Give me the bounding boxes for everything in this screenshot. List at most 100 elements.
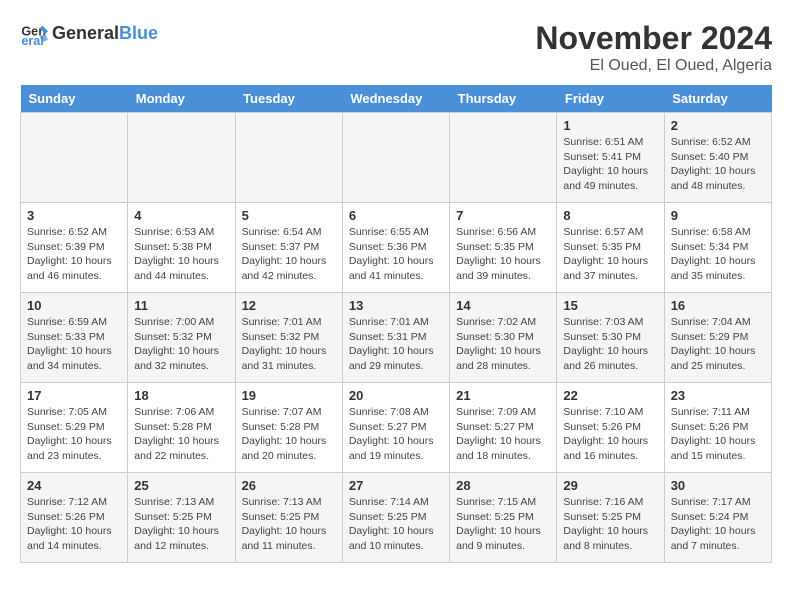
calendar-cell: 13 Sunrise: 7:01 AM Sunset: 5:31 PM Dayli… xyxy=(342,293,449,383)
calendar-cell: 26 Sunrise: 7:13 AM Sunset: 5:25 PM Dayli… xyxy=(235,473,342,563)
day-number: 19 xyxy=(242,388,336,403)
calendar-week-3: 10 Sunrise: 6:59 AM Sunset: 5:33 PM Dayli… xyxy=(21,293,772,383)
day-header-friday: Friday xyxy=(557,85,664,113)
day-number: 28 xyxy=(456,478,550,493)
calendar-cell: 1Sunrise: 6:51 AM Sunset: 5:41 PM Daylig… xyxy=(557,113,664,203)
day-number: 10 xyxy=(27,298,121,313)
day-info: Sunrise: 7:16 AM Sunset: 5:25 PM Dayligh… xyxy=(563,495,657,554)
day-info: Sunrise: 6:56 AM Sunset: 5:35 PM Dayligh… xyxy=(456,225,550,284)
calendar-table: SundayMondayTuesdayWednesdayThursdayFrid… xyxy=(20,85,772,563)
calendar-cell: 14 Sunrise: 7:02 AM Sunset: 5:30 PM Dayli… xyxy=(450,293,557,383)
calendar-cell: 22 Sunrise: 7:10 AM Sunset: 5:26 PM Dayli… xyxy=(557,383,664,473)
day-info: Sunrise: 7:13 AM Sunset: 5:25 PM Dayligh… xyxy=(242,495,336,554)
day-number: 29 xyxy=(563,478,657,493)
calendar-cell: 3 Sunrise: 6:52 AM Sunset: 5:39 PM Daylig… xyxy=(21,203,128,293)
day-info: Sunrise: 7:03 AM Sunset: 5:30 PM Dayligh… xyxy=(563,315,657,374)
day-header-saturday: Saturday xyxy=(664,85,771,113)
calendar-cell: 17Sunrise: 7:05 AM Sunset: 5:29 PM Dayli… xyxy=(21,383,128,473)
calendar-cell: 30 Sunrise: 7:17 AM Sunset: 5:24 PM Dayli… xyxy=(664,473,771,563)
month-title: November 2024 xyxy=(535,20,772,57)
day-number: 2 xyxy=(671,118,765,133)
calendar-cell: 6 Sunrise: 6:55 AM Sunset: 5:36 PM Daylig… xyxy=(342,203,449,293)
day-number: 12 xyxy=(242,298,336,313)
day-info: Sunrise: 7:08 AM Sunset: 5:27 PM Dayligh… xyxy=(349,405,443,464)
calendar-cell: 15Sunrise: 7:03 AM Sunset: 5:30 PM Dayli… xyxy=(557,293,664,383)
calendar-week-4: 17Sunrise: 7:05 AM Sunset: 5:29 PM Dayli… xyxy=(21,383,772,473)
calendar-cell: 11 Sunrise: 7:00 AM Sunset: 5:32 PM Dayli… xyxy=(128,293,235,383)
day-number: 18 xyxy=(134,388,228,403)
day-number: 24 xyxy=(27,478,121,493)
calendar-cell: 16 Sunrise: 7:04 AM Sunset: 5:29 PM Dayli… xyxy=(664,293,771,383)
day-info: Sunrise: 6:55 AM Sunset: 5:36 PM Dayligh… xyxy=(349,225,443,284)
day-number: 21 xyxy=(456,388,550,403)
day-info: Sunrise: 7:01 AM Sunset: 5:32 PM Dayligh… xyxy=(242,315,336,374)
day-number: 14 xyxy=(456,298,550,313)
calendar-week-5: 24Sunrise: 7:12 AM Sunset: 5:26 PM Dayli… xyxy=(21,473,772,563)
calendar-week-1: 1Sunrise: 6:51 AM Sunset: 5:41 PM Daylig… xyxy=(21,113,772,203)
day-info: Sunrise: 7:11 AM Sunset: 5:26 PM Dayligh… xyxy=(671,405,765,464)
day-number: 16 xyxy=(671,298,765,313)
calendar-cell: 2 Sunrise: 6:52 AM Sunset: 5:40 PM Daylig… xyxy=(664,113,771,203)
day-number: 20 xyxy=(349,388,443,403)
days-header-row: SundayMondayTuesdayWednesdayThursdayFrid… xyxy=(21,85,772,113)
location-title: El Oued, El Oued, Algeria xyxy=(535,57,772,75)
calendar-cell: 10 Sunrise: 6:59 AM Sunset: 5:33 PM Dayli… xyxy=(21,293,128,383)
day-number: 22 xyxy=(563,388,657,403)
day-info: Sunrise: 6:57 AM Sunset: 5:35 PM Dayligh… xyxy=(563,225,657,284)
calendar-cell: 28 Sunrise: 7:15 AM Sunset: 5:25 PM Dayli… xyxy=(450,473,557,563)
page-header: Gen eral GeneralBlue November 2024 El Ou… xyxy=(20,20,772,75)
day-info: Sunrise: 7:09 AM Sunset: 5:27 PM Dayligh… xyxy=(456,405,550,464)
day-info: Sunrise: 7:02 AM Sunset: 5:30 PM Dayligh… xyxy=(456,315,550,374)
day-number: 26 xyxy=(242,478,336,493)
day-info: Sunrise: 7:15 AM Sunset: 5:25 PM Dayligh… xyxy=(456,495,550,554)
day-info: Sunrise: 7:13 AM Sunset: 5:25 PM Dayligh… xyxy=(134,495,228,554)
logo: Gen eral GeneralBlue xyxy=(20,20,158,48)
title-area: November 2024 El Oued, El Oued, Algeria xyxy=(535,20,772,75)
day-header-sunday: Sunday xyxy=(21,85,128,113)
calendar-cell: 18 Sunrise: 7:06 AM Sunset: 5:28 PM Dayli… xyxy=(128,383,235,473)
day-header-monday: Monday xyxy=(128,85,235,113)
calendar-cell: 12 Sunrise: 7:01 AM Sunset: 5:32 PM Dayli… xyxy=(235,293,342,383)
day-info: Sunrise: 7:17 AM Sunset: 5:24 PM Dayligh… xyxy=(671,495,765,554)
day-number: 11 xyxy=(134,298,228,313)
day-info: Sunrise: 7:00 AM Sunset: 5:32 PM Dayligh… xyxy=(134,315,228,374)
day-number: 30 xyxy=(671,478,765,493)
day-info: Sunrise: 7:14 AM Sunset: 5:25 PM Dayligh… xyxy=(349,495,443,554)
calendar-cell: 8 Sunrise: 6:57 AM Sunset: 5:35 PM Daylig… xyxy=(557,203,664,293)
day-info: Sunrise: 6:58 AM Sunset: 5:34 PM Dayligh… xyxy=(671,225,765,284)
day-number: 5 xyxy=(242,208,336,223)
day-number: 3 xyxy=(27,208,121,223)
day-number: 13 xyxy=(349,298,443,313)
day-header-thursday: Thursday xyxy=(450,85,557,113)
calendar-cell: 27 Sunrise: 7:14 AM Sunset: 5:25 PM Dayli… xyxy=(342,473,449,563)
day-header-wednesday: Wednesday xyxy=(342,85,449,113)
day-info: Sunrise: 7:06 AM Sunset: 5:28 PM Dayligh… xyxy=(134,405,228,464)
calendar-cell: 20 Sunrise: 7:08 AM Sunset: 5:27 PM Dayli… xyxy=(342,383,449,473)
day-number: 27 xyxy=(349,478,443,493)
calendar-week-2: 3 Sunrise: 6:52 AM Sunset: 5:39 PM Daylig… xyxy=(21,203,772,293)
day-info: Sunrise: 7:01 AM Sunset: 5:31 PM Dayligh… xyxy=(349,315,443,374)
day-number: 25 xyxy=(134,478,228,493)
day-number: 1 xyxy=(563,118,657,133)
day-info: Sunrise: 6:52 AM Sunset: 5:40 PM Dayligh… xyxy=(671,135,765,194)
calendar-cell: 23Sunrise: 7:11 AM Sunset: 5:26 PM Dayli… xyxy=(664,383,771,473)
calendar-cell: 25 Sunrise: 7:13 AM Sunset: 5:25 PM Dayli… xyxy=(128,473,235,563)
day-info: Sunrise: 7:07 AM Sunset: 5:28 PM Dayligh… xyxy=(242,405,336,464)
day-info: Sunrise: 6:59 AM Sunset: 5:33 PM Dayligh… xyxy=(27,315,121,374)
logo-icon: Gen eral xyxy=(20,20,48,48)
day-number: 17 xyxy=(27,388,121,403)
calendar-cell: 19 Sunrise: 7:07 AM Sunset: 5:28 PM Dayli… xyxy=(235,383,342,473)
day-number: 7 xyxy=(456,208,550,223)
calendar-cell: 24Sunrise: 7:12 AM Sunset: 5:26 PM Dayli… xyxy=(21,473,128,563)
day-number: 6 xyxy=(349,208,443,223)
svg-text:eral: eral xyxy=(21,34,43,48)
day-number: 8 xyxy=(563,208,657,223)
calendar-cell xyxy=(235,113,342,203)
calendar-cell: 9 Sunrise: 6:58 AM Sunset: 5:34 PM Daylig… xyxy=(664,203,771,293)
calendar-cell: 4Sunrise: 6:53 AM Sunset: 5:38 PM Daylig… xyxy=(128,203,235,293)
calendar-cell xyxy=(21,113,128,203)
day-info: Sunrise: 7:10 AM Sunset: 5:26 PM Dayligh… xyxy=(563,405,657,464)
day-number: 9 xyxy=(671,208,765,223)
day-info: Sunrise: 7:04 AM Sunset: 5:29 PM Dayligh… xyxy=(671,315,765,374)
day-info: Sunrise: 6:52 AM Sunset: 5:39 PM Dayligh… xyxy=(27,225,121,284)
